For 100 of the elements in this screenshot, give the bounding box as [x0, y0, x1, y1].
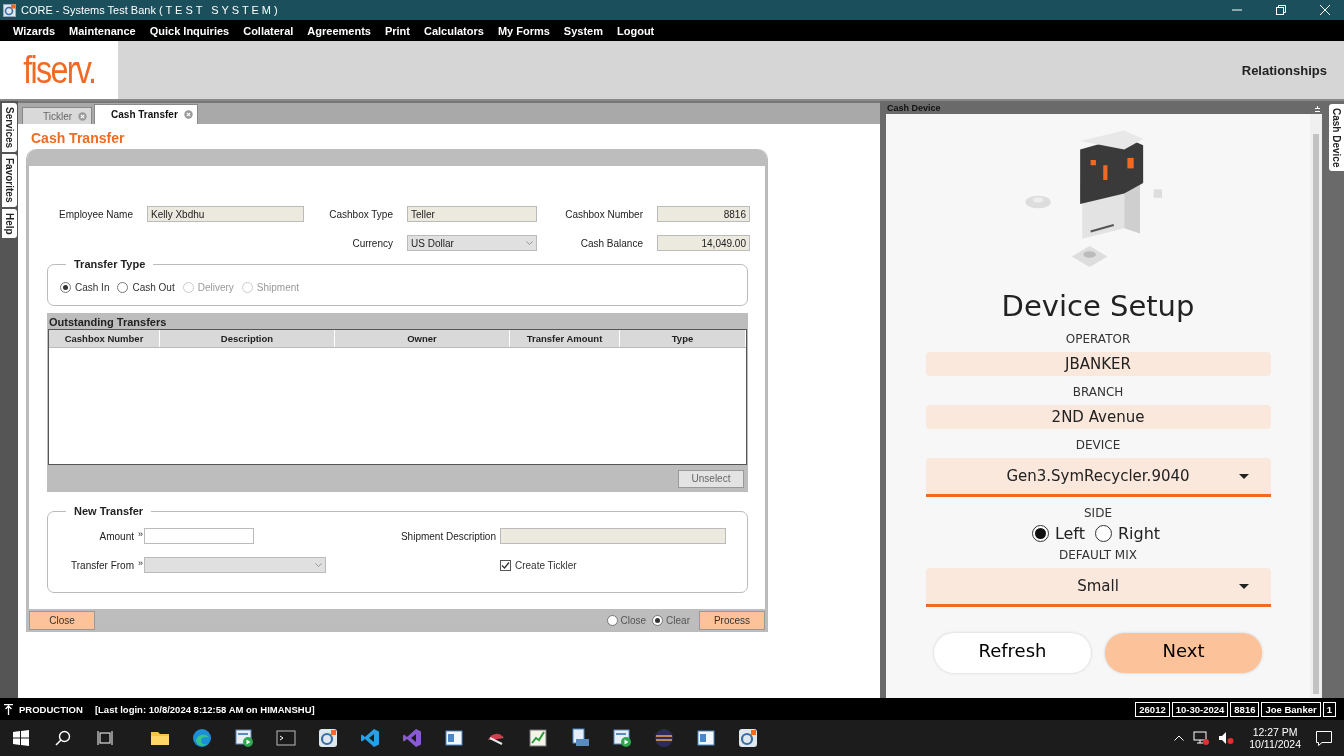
- speaker-icon: [1218, 731, 1235, 745]
- app-icon: [738, 728, 758, 748]
- menu-item[interactable]: Agreements: [300, 24, 378, 37]
- logo: fiserv.: [23, 48, 95, 92]
- option-label: Delivery: [197, 281, 234, 293]
- radio-button[interactable]: [652, 614, 664, 626]
- side-tab[interactable]: Help: [1, 208, 17, 239]
- input-field[interactable]: Kelly Xbdhu: [147, 206, 304, 222]
- required-marker: »: [138, 558, 143, 568]
- browser-icon: [192, 728, 212, 748]
- value-field: 2ND Avenue: [925, 405, 1271, 429]
- option-label: Shipment: [256, 281, 300, 293]
- option-label: Left: [1054, 524, 1085, 543]
- menu-item[interactable]: Quick Inquiries: [142, 24, 237, 37]
- option-label: Close: [620, 614, 647, 626]
- side-tab[interactable]: Cash Device: [1329, 104, 1344, 172]
- windows-logo-icon: [13, 730, 29, 746]
- radio-button[interactable]: [606, 614, 618, 626]
- page-title: Cash Transfer: [30, 129, 126, 148]
- section-title: Outstanding Transfers: [48, 315, 168, 329]
- chevron-icon: [315, 563, 322, 567]
- status-cell: 8816: [1230, 701, 1260, 717]
- notification-icon: [1316, 730, 1332, 746]
- clock-date: 10/11/2024: [1249, 738, 1301, 750]
- column-header[interactable]: Owner: [335, 330, 510, 347]
- dropdown[interactable]: Small: [925, 568, 1271, 607]
- side-tab[interactable]: Favorites: [1, 154, 17, 207]
- amount-field[interactable]: [144, 528, 254, 544]
- unselect-button[interactable]: Unselect: [678, 469, 744, 488]
- terminal-icon: [276, 728, 296, 748]
- radio-button[interactable]: [117, 281, 129, 293]
- pin-icon: [1314, 104, 1321, 112]
- code-editor-icon: [402, 728, 422, 748]
- clock-time: 12:27 PM: [1252, 726, 1298, 738]
- menu-item[interactable]: Logout: [610, 24, 662, 37]
- app-icon: [318, 728, 338, 748]
- group-title: Transfer Type: [66, 258, 154, 270]
- field-label: Amount: [98, 530, 135, 542]
- scroll-thumb[interactable]: [1313, 134, 1319, 694]
- document-icon: [570, 728, 590, 748]
- field-label: DEFAULT MIX: [1059, 548, 1137, 562]
- field-label: Currency: [351, 237, 394, 249]
- network-icon: [1193, 731, 1210, 745]
- status-cell: 1: [1322, 701, 1336, 717]
- next-button[interactable]: Next: [1105, 633, 1262, 673]
- field-label: OPERATOR: [1065, 332, 1131, 346]
- status-text: PRODUCTION: [19, 703, 83, 715]
- code-editor-icon: [360, 728, 380, 748]
- checkbox-label: Create Tickler: [515, 559, 577, 571]
- input-field[interactable]: 8816: [657, 206, 750, 222]
- status-cell: 26012: [1135, 701, 1170, 717]
- input-field[interactable]: [500, 528, 726, 544]
- relationships-link[interactable]: Relationships: [1241, 62, 1327, 78]
- menu-item[interactable]: My Forms: [490, 24, 557, 37]
- chevron-icon: [1174, 735, 1185, 741]
- chart-icon: [528, 728, 548, 748]
- close-icon: [1320, 5, 1330, 15]
- refresh-button[interactable]: Refresh: [934, 633, 1091, 673]
- field-label: BRANCH: [1072, 385, 1124, 399]
- close-icon: [78, 111, 88, 121]
- menu-item[interactable]: System: [556, 24, 610, 37]
- option-label: Right: [1118, 524, 1161, 543]
- field-label: Cash Balance: [579, 237, 644, 249]
- status-text: [Last login: 10/8/2024 8:12:58 AM on HIMANSHU]: [94, 703, 315, 715]
- tab[interactable]: Tickler: [22, 107, 93, 124]
- search-icon: [55, 730, 71, 746]
- tab[interactable]: Cash Transfer: [94, 104, 198, 124]
- window-icon: [234, 728, 254, 748]
- field-label: DEVICE: [1075, 438, 1121, 452]
- scrollbar[interactable]: [1310, 114, 1322, 698]
- option-label: Cash Out: [132, 281, 175, 293]
- status-cell: Joe Banker: [1261, 701, 1321, 717]
- radio-button[interactable]: [60, 281, 71, 293]
- app-icon: [3, 3, 16, 17]
- chevron-icon: [526, 241, 533, 245]
- option-label: Clear: [666, 614, 690, 626]
- menu-item[interactable]: Print: [377, 24, 417, 37]
- panel-heading: Device Setup: [1001, 289, 1195, 323]
- radio-button[interactable]: [1031, 525, 1049, 542]
- menu-item[interactable]: Collateral: [236, 24, 301, 37]
- menu-item[interactable]: Wizards: [6, 24, 63, 37]
- process-button[interactable]: Process: [699, 610, 765, 630]
- column-header[interactable]: Description: [160, 330, 335, 347]
- dropdown[interactable]: Gen3.SymRecycler.9040: [925, 458, 1271, 497]
- field-label: Employee Name: [58, 208, 134, 220]
- checkbox[interactable]: [500, 559, 511, 571]
- window-title: CORE - Systems Test Bank ( T E S T S Y S T E M ): [21, 4, 278, 16]
- field-label: SIDE: [1084, 506, 1112, 520]
- menu-item[interactable]: Maintenance: [62, 24, 143, 37]
- column-header[interactable]: Type: [620, 330, 746, 347]
- column-header[interactable]: Transfer Amount: [510, 330, 620, 347]
- column-header[interactable]: Cashbox Number: [49, 330, 160, 347]
- side-tab[interactable]: Services: [1, 103, 17, 153]
- dropdown[interactable]: US Dollar: [407, 235, 537, 251]
- input-field[interactable]: 14,049.00: [657, 235, 750, 251]
- input-field[interactable]: Teller: [407, 206, 537, 222]
- globe-icon: [654, 728, 674, 748]
- close-button[interactable]: Close: [29, 610, 95, 630]
- menu-item[interactable]: Calculators: [416, 24, 491, 37]
- radio-button[interactable]: [1095, 525, 1112, 542]
